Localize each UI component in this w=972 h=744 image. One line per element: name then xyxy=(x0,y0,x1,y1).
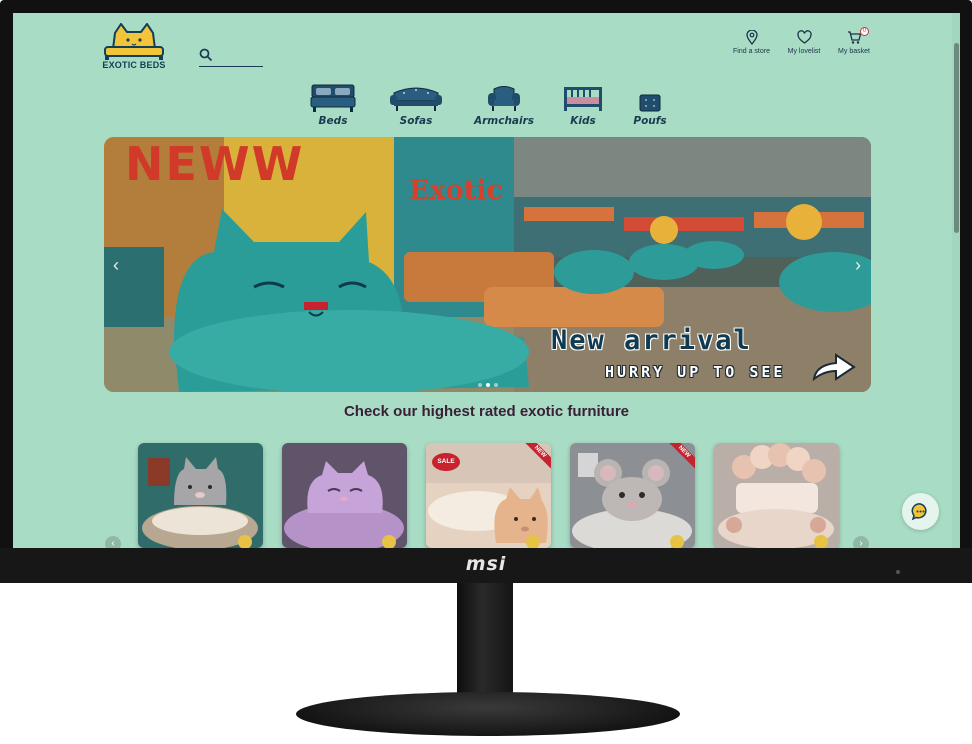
basket-link[interactable]: 0 My basket xyxy=(835,27,873,55)
sale-tag: SALE xyxy=(432,453,460,471)
product-image xyxy=(714,443,839,548)
category-label: Sofas xyxy=(399,115,433,127)
bed-icon xyxy=(310,84,356,112)
hero-store-sign: Exotic xyxy=(409,175,503,206)
curved-arrow-icon xyxy=(812,353,856,382)
crib-icon xyxy=(564,87,602,111)
hero-sign-text: NEWW xyxy=(125,137,305,191)
armchair-icon xyxy=(488,86,520,111)
carousel-next-button[interactable]: › xyxy=(853,536,869,548)
category-sofas[interactable]: Sofas xyxy=(387,83,445,127)
hero-prev-arrow[interactable]: ‹ xyxy=(108,255,124,275)
slide-dot[interactable] xyxy=(478,383,482,387)
find-store-link[interactable]: Find a store xyxy=(729,30,774,55)
category-label: Poufs xyxy=(633,115,667,127)
slide-indicators xyxy=(478,383,498,387)
search-icon[interactable] xyxy=(199,48,213,62)
logo-text: EXOTIC BEDS xyxy=(102,60,166,70)
lovelist-link[interactable]: My lovelist xyxy=(783,30,825,55)
product-card[interactable] xyxy=(714,443,839,548)
product-image xyxy=(570,443,695,548)
hero-banner[interactable]: NEWW Exotic New arrival HURRY UP TO SEE … xyxy=(104,137,871,392)
category-label: Kids xyxy=(570,115,596,127)
power-led xyxy=(896,570,900,574)
basket-count-badge: 0 xyxy=(860,27,869,36)
product-image xyxy=(138,443,263,548)
slide-dot[interactable] xyxy=(494,383,498,387)
heart-icon xyxy=(796,30,812,44)
product-card[interactable]: SALE NEW xyxy=(426,443,551,548)
search-bar[interactable] xyxy=(199,47,263,67)
monitor-stand-base xyxy=(296,692,680,736)
website-screen: EXOTIC BEDS Find a store My lovelist 0 M… xyxy=(13,13,960,548)
find-store-label: Find a store xyxy=(733,48,770,55)
category-armchairs[interactable]: Armchairs xyxy=(473,83,535,127)
category-kids[interactable]: Kids xyxy=(561,83,605,127)
chat-button[interactable] xyxy=(902,493,939,530)
sofa-icon xyxy=(390,87,442,111)
product-card[interactable]: NEW xyxy=(570,443,695,548)
product-card[interactable] xyxy=(282,443,407,548)
scrollbar-thumb[interactable] xyxy=(954,43,959,233)
category-label: Beds xyxy=(318,115,348,127)
slide-dot-active[interactable] xyxy=(486,383,490,387)
product-image xyxy=(282,443,407,548)
hero-title: New arrival xyxy=(551,325,752,356)
logo[interactable]: EXOTIC BEDS xyxy=(101,22,167,73)
chat-icon xyxy=(911,503,927,521)
monitor-stand-neck xyxy=(457,583,513,700)
section-title: Check our highest rated exotic furniture xyxy=(343,403,630,420)
category-label: Armchairs xyxy=(473,115,535,127)
category-beds[interactable]: Beds xyxy=(308,83,358,127)
monitor-brand-logo: msi xyxy=(465,553,507,575)
pouf-icon xyxy=(639,94,661,112)
category-poufs[interactable]: Poufs xyxy=(630,83,670,127)
lovelist-label: My lovelist xyxy=(787,48,821,55)
carousel-prev-button[interactable]: ‹ xyxy=(105,536,121,548)
monitor-mockup: EXOTIC BEDS Find a store My lovelist 0 M… xyxy=(0,0,972,744)
cat-bed-logo-icon xyxy=(104,22,164,60)
basket-label: My basket xyxy=(838,48,870,55)
hero-next-arrow[interactable]: › xyxy=(850,255,866,275)
product-card[interactable] xyxy=(138,443,263,548)
location-pin-icon xyxy=(745,30,758,45)
page-scrollbar[interactable] xyxy=(952,13,960,548)
hero-subtitle: HURRY UP TO SEE xyxy=(605,363,786,381)
